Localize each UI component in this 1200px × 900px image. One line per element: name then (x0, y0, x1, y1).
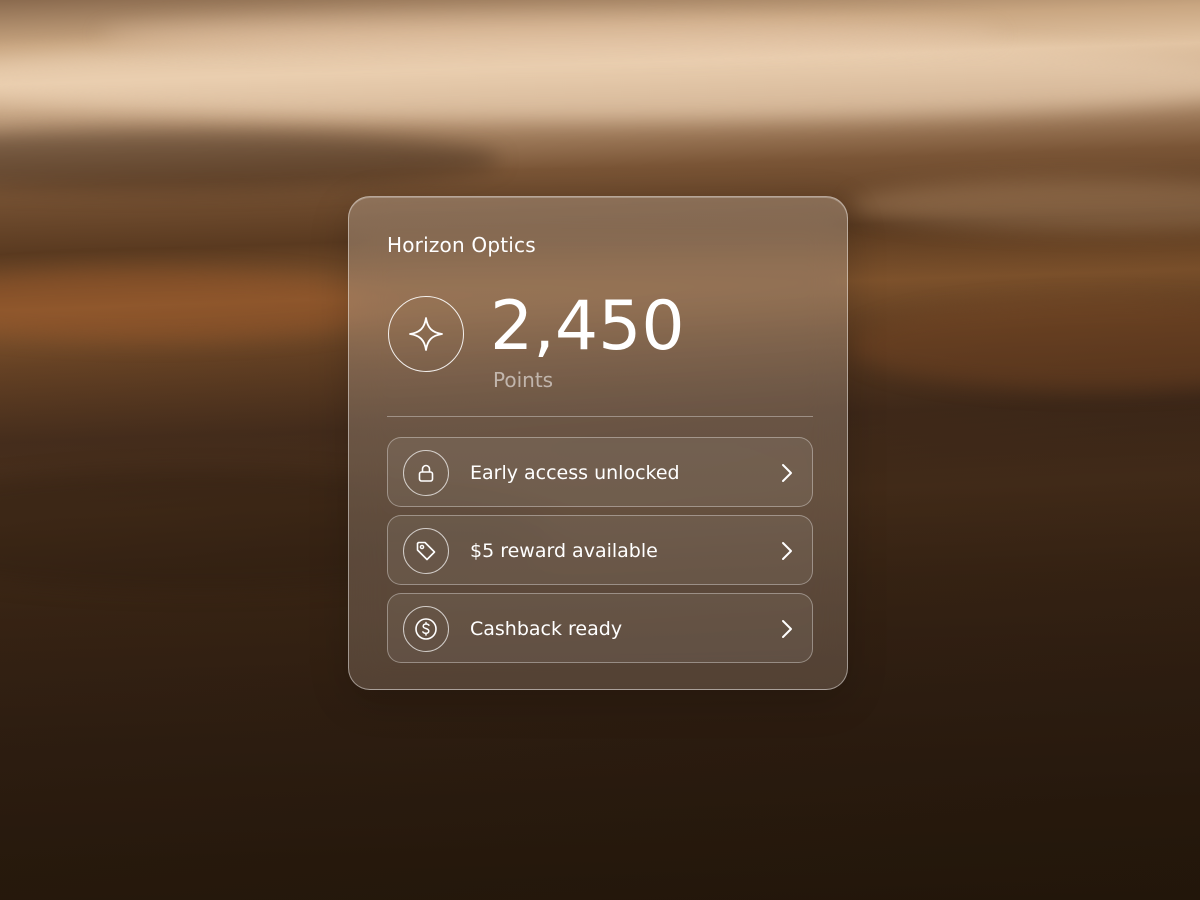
chevron-right-icon (782, 464, 792, 482)
points-value: 2,450 (490, 287, 685, 366)
points-label: Points (493, 368, 554, 392)
background-streak (850, 180, 1200, 230)
early-access-row[interactable]: Early access unlocked (387, 437, 813, 507)
tag-icon (403, 528, 449, 574)
background-streak (850, 300, 1200, 390)
cashback-row[interactable]: Cashback ready (387, 593, 813, 663)
row-label: $5 reward available (470, 540, 658, 562)
brand-name: Horizon Optics (387, 233, 536, 257)
divider (387, 416, 813, 417)
dollar-icon (403, 606, 449, 652)
row-label: Early access unlocked (470, 462, 680, 484)
chevron-right-icon (782, 620, 792, 638)
background-streak (0, 270, 400, 340)
reward-available-row[interactable]: $5 reward available (387, 515, 813, 585)
background-streak (100, 15, 1000, 55)
lock-icon (403, 450, 449, 496)
sparkle-icon (388, 296, 464, 372)
rewards-card: Horizon Optics 2,450 Points Early access… (348, 196, 848, 690)
row-label: Cashback ready (470, 618, 623, 640)
background-streak (0, 130, 500, 190)
sparkle-icon-svg (409, 317, 443, 351)
chevron-right-icon (782, 542, 792, 560)
